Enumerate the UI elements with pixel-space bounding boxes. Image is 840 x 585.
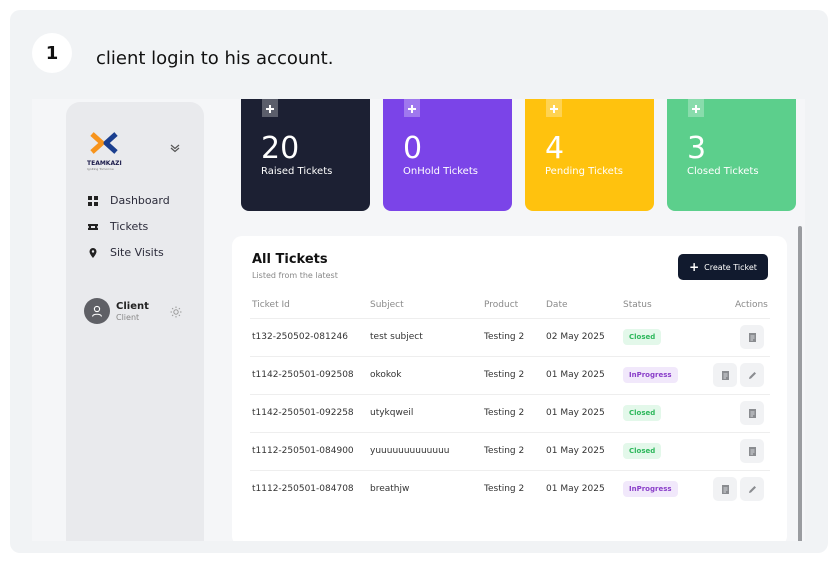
panel-subtitle: Listed from the latest [252, 271, 338, 280]
stat-number: 3 [687, 131, 707, 166]
table-row[interactable]: t1142-250501-092508 okokok Testing 2 01 … [250, 356, 770, 394]
stat-label: Pending Tickets [545, 166, 623, 177]
stat-label: Raised Tickets [261, 166, 333, 177]
sidebar-item-dashboard[interactable]: Dashboard [88, 194, 170, 207]
stat-number: 4 [545, 131, 565, 166]
user-name: Client [116, 300, 149, 312]
ticket-date: 01 May 2025 [546, 484, 605, 494]
column-header-ticket-id: Ticket Id [252, 300, 290, 310]
pencil-icon [748, 371, 756, 379]
document-add-icon [404, 99, 420, 117]
document-icon [721, 370, 729, 380]
document-add-icon [688, 99, 704, 117]
column-header-subject: Subject [370, 300, 404, 310]
view-ticket-button[interactable] [713, 477, 737, 501]
pencil-icon [748, 485, 756, 493]
status-badge: InProgress [623, 367, 678, 383]
grid-icon [88, 195, 98, 206]
ticket-id: t132-250502-081246 [252, 332, 348, 342]
sidebar-item-site-visits[interactable]: Site Visits [88, 246, 164, 259]
column-header-actions: Actions [735, 300, 768, 310]
stat-label: Closed Tickets [687, 166, 759, 177]
status-badge: Closed [623, 443, 662, 459]
stat-label: OnHold Tickets [403, 166, 478, 177]
table-row[interactable]: t1142-250501-092258 utykqweil Testing 2 … [250, 394, 770, 432]
view-ticket-button[interactable] [740, 439, 764, 463]
status-badge: Closed [623, 329, 662, 345]
document-icon [748, 446, 756, 456]
user-role: Client [116, 312, 140, 322]
user-icon [91, 305, 103, 317]
brand-tagline: Igniting Tomorrow [87, 167, 114, 171]
sidebar-item-label: Tickets [110, 220, 149, 233]
plus-icon: + [689, 260, 700, 274]
step-number: 1 [32, 33, 72, 73]
location-pin-icon [89, 247, 97, 258]
view-ticket-button[interactable] [740, 401, 764, 425]
ticket-date: 01 May 2025 [546, 408, 605, 418]
edit-ticket-button[interactable] [740, 477, 764, 501]
ticket-id: t1142-250501-092508 [252, 370, 354, 380]
tutorial-step-frame: 1 client login to his account. TEAMKAZI … [10, 10, 828, 553]
tickets-panel: All Tickets Listed from the latest + Cre… [232, 236, 787, 541]
column-header-date: Date [546, 300, 568, 310]
view-ticket-button[interactable] [740, 325, 764, 349]
sun-icon[interactable] [170, 306, 182, 318]
table-row[interactable]: t1112-250501-084708 breathjw Testing 2 0… [250, 470, 770, 508]
ticket-id: t1142-250501-092258 [252, 408, 354, 418]
create-ticket-button[interactable]: + Create Ticket [678, 254, 768, 280]
chevron-down-icon[interactable] [169, 142, 181, 154]
ticket-id: t1112-250501-084708 [252, 484, 354, 494]
document-add-icon [546, 99, 562, 117]
ticket-date: 01 May 2025 [546, 370, 605, 380]
stat-card-closed[interactable]: 3 Closed Tickets [667, 99, 796, 211]
scrollbar[interactable] [798, 226, 802, 541]
document-icon [721, 484, 729, 494]
status-badge: InProgress [623, 481, 678, 497]
brand-name: TEAMKAZI [87, 160, 122, 167]
edit-ticket-button[interactable] [740, 363, 764, 387]
ticket-date: 01 May 2025 [546, 446, 605, 456]
sidebar-item-label: Site Visits [110, 246, 164, 259]
ticket-subject: breathjw [370, 484, 410, 494]
document-icon [748, 332, 756, 342]
column-header-product: Product [484, 300, 519, 310]
sidebar: TEAMKAZI Igniting Tomorrow Dashboard Tic… [66, 102, 204, 541]
ticket-subject: okokok [370, 370, 402, 380]
stat-number: 0 [403, 131, 423, 166]
stat-card-pending[interactable]: 4 Pending Tickets [525, 99, 654, 211]
ticket-date: 02 May 2025 [546, 332, 605, 342]
avatar [84, 298, 110, 324]
stat-card-onhold[interactable]: 0 OnHold Tickets [383, 99, 512, 211]
panel-title: All Tickets [252, 252, 328, 267]
view-ticket-button[interactable] [713, 363, 737, 387]
user-profile[interactable]: Client Client [84, 298, 149, 324]
step-instruction: client login to his account. [96, 48, 334, 69]
stat-card-raised[interactable]: 20 Raised Tickets [241, 99, 370, 211]
document-icon [748, 408, 756, 418]
ticket-product: Testing 2 [484, 332, 525, 342]
table-row[interactable]: t132-250502-081246 test subject Testing … [250, 318, 770, 356]
ticket-product: Testing 2 [484, 408, 525, 418]
ticket-product: Testing 2 [484, 370, 525, 380]
document-add-icon [262, 99, 278, 117]
ticket-subject: test subject [370, 332, 423, 342]
sidebar-item-label: Dashboard [110, 194, 170, 207]
table-row[interactable]: t1112-250501-084900 yuuuuuuuuuuuuu Testi… [250, 432, 770, 470]
ticket-subject: yuuuuuuuuuuuuu [370, 446, 450, 456]
ticket-product: Testing 2 [484, 484, 525, 494]
status-badge: Closed [623, 405, 662, 421]
ticket-subject: utykqweil [370, 408, 414, 418]
column-header-status: Status [623, 300, 652, 310]
ticket-product: Testing 2 [484, 446, 525, 456]
ticket-id: t1112-250501-084900 [252, 446, 354, 456]
ticket-icon [88, 223, 98, 230]
stat-number: 20 [261, 131, 300, 166]
app-screenshot: TEAMKAZI Igniting Tomorrow Dashboard Tic… [32, 99, 805, 541]
create-ticket-label: Create Ticket [704, 262, 757, 272]
sidebar-item-tickets[interactable]: Tickets [88, 220, 148, 233]
